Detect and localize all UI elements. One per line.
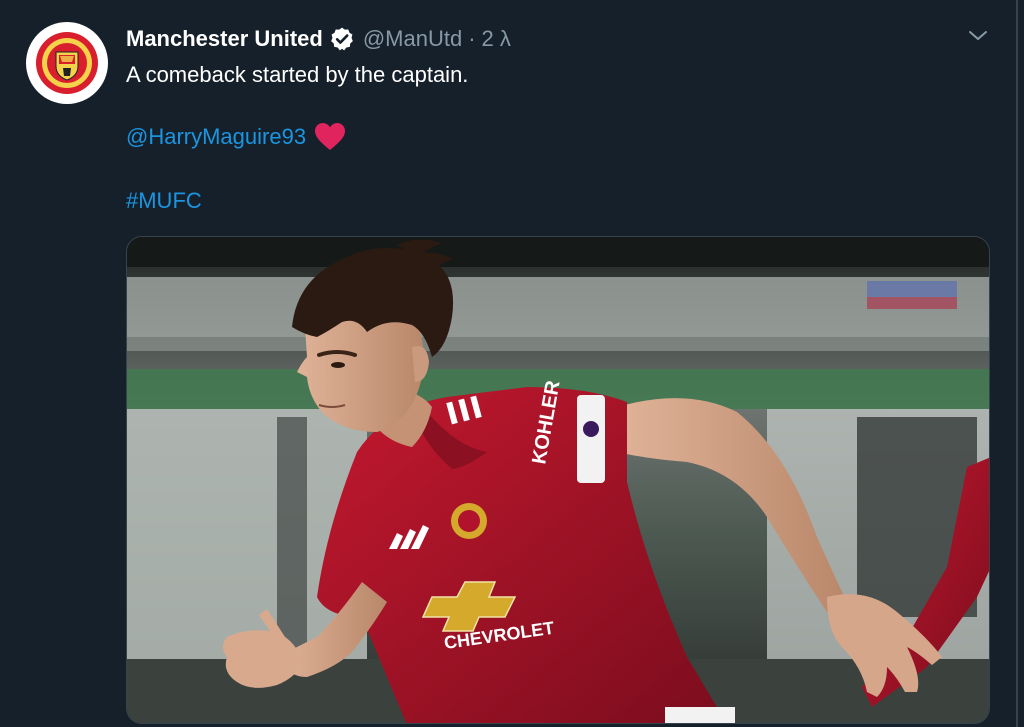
upper-railing <box>127 337 989 351</box>
tweet-photo[interactable]: KOHLER CHEVROLET <box>126 236 990 724</box>
player-eye <box>331 362 345 368</box>
flag-stripe <box>867 297 957 309</box>
avatar[interactable] <box>26 22 108 104</box>
timestamp[interactable]: 2 λ <box>482 26 511 52</box>
chevron-down-icon[interactable] <box>964 24 992 48</box>
user-handle[interactable]: @ManUtd <box>363 26 462 52</box>
hashtag-link[interactable]: #MUFC <box>126 188 202 214</box>
verified-badge-icon <box>330 27 353 51</box>
column-divider <box>1016 0 1018 727</box>
red-heart-emoji-icon <box>315 123 346 150</box>
armband-badge <box>583 421 599 437</box>
mention-link[interactable]: @HarryMaguire93 <box>126 124 306 150</box>
tweet-header: Manchester United @ManUtd · 2 λ <box>126 24 511 54</box>
photo-footballer-running: KOHLER CHEVROLET <box>127 237 989 723</box>
mention-line: @HarryMaguire93 <box>126 122 346 152</box>
manchester-united-crest-icon <box>36 32 98 94</box>
stadium-roof <box>127 237 989 267</box>
captain-armband <box>577 395 605 483</box>
separator-dot: · <box>468 26 476 51</box>
seat-shadow-left <box>277 417 307 657</box>
tweet-card[interactable]: Manchester United @ManUtd · 2 λ A comeba… <box>0 0 1024 727</box>
tweet-text: A comeback started by the captain. <box>126 62 469 87</box>
player-shorts <box>665 707 735 723</box>
advertising-board <box>127 277 989 337</box>
display-name[interactable]: Manchester United <box>126 26 323 52</box>
